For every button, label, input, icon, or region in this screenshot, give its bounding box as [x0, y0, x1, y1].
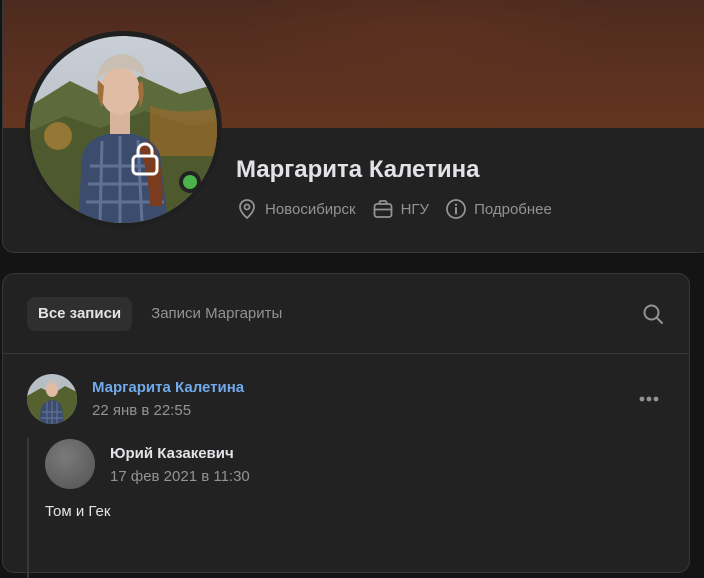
profile-photo	[30, 36, 217, 223]
online-indicator	[179, 171, 201, 193]
wall-tabs: Все записи Записи Маргариты	[27, 297, 301, 331]
search-icon[interactable]	[641, 302, 665, 326]
profile-header-card: Маргарита Калетина Новосибирск НГУ Подро…	[2, 0, 704, 253]
repost-author-name[interactable]: Юрий Казакевич	[110, 445, 234, 462]
profile-name: Маргарита Калетина	[236, 156, 480, 183]
meta-city[interactable]: Новосибирск	[236, 198, 356, 220]
repost-date[interactable]: 17 фев 2021 в 11:30	[110, 468, 250, 485]
meta-city-label: Новосибирск	[265, 200, 356, 218]
wall-card: Все записи Записи Маргариты Маргарита Ка…	[2, 273, 690, 578]
meta-education[interactable]: НГУ	[372, 198, 429, 220]
profile-meta-row: Новосибирск НГУ Подробнее	[236, 198, 568, 220]
repost-author-avatar[interactable]	[45, 439, 95, 489]
post-author-name[interactable]: Маргарита Калетина	[92, 379, 244, 396]
tab-own-posts[interactable]: Записи Маргариты	[140, 297, 293, 331]
meta-more-button[interactable]: Подробнее	[445, 198, 552, 220]
tab-all-posts[interactable]: Все записи	[27, 297, 133, 331]
meta-education-label: НГУ	[400, 200, 430, 218]
briefcase-icon	[373, 200, 392, 218]
post-author-avatar[interactable]	[27, 374, 77, 424]
tabs-divider	[3, 353, 689, 354]
more-dots-icon[interactable]	[635, 389, 663, 409]
location-pin-icon	[239, 199, 255, 220]
post-text: Том и Гек	[45, 503, 111, 520]
info-icon	[446, 199, 466, 219]
meta-more-label: Подробнее	[474, 200, 552, 218]
lock-icon	[130, 142, 160, 176]
post-date[interactable]: 22 янв в 22:55	[92, 402, 191, 419]
repost-line	[27, 438, 29, 578]
profile-avatar[interactable]	[25, 31, 222, 228]
